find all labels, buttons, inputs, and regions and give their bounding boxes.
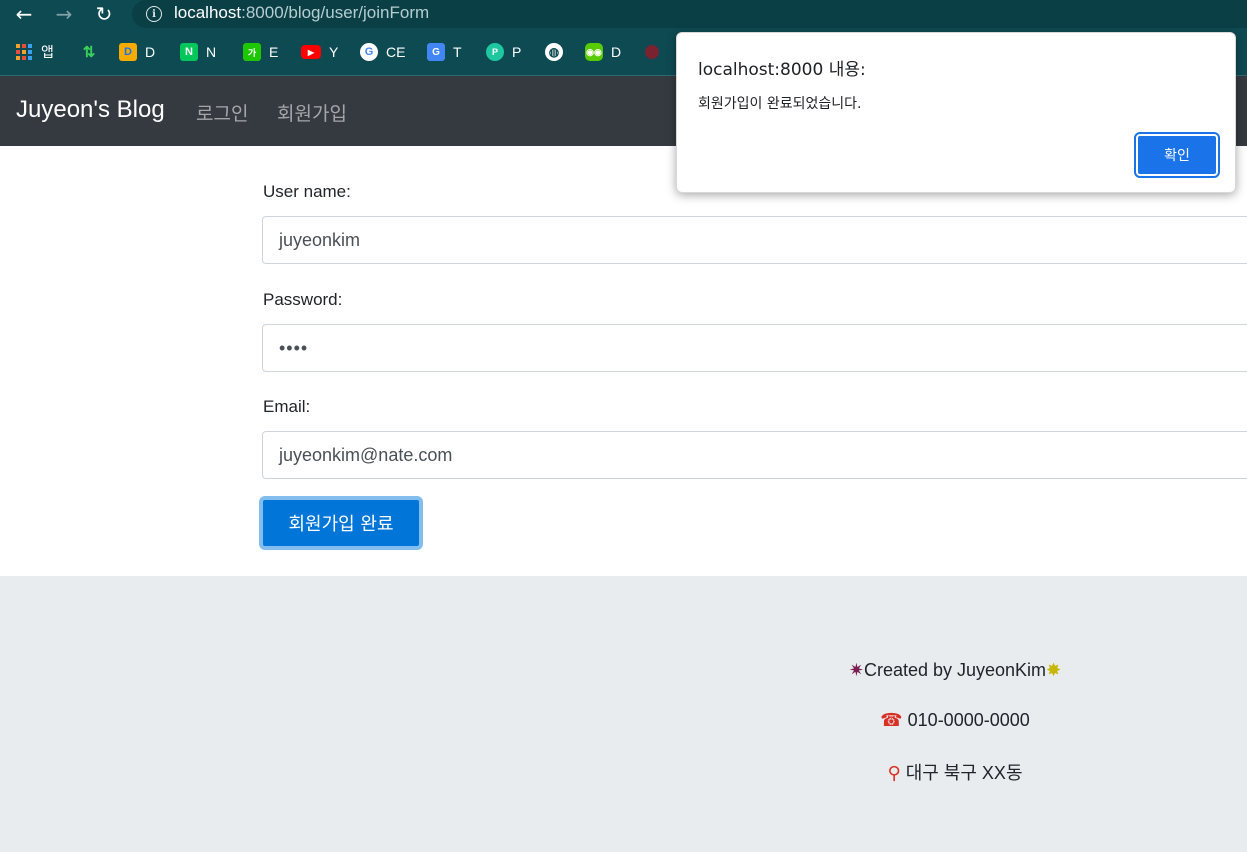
bookmark-label: T — [453, 44, 462, 60]
navbar-brand[interactable]: Juyeon's Blog — [16, 96, 165, 124]
duolingo-icon: ◉◉ — [585, 43, 603, 61]
bookmark-globe[interactable]: ◍ — [545, 42, 571, 62]
footer-phone: ☎ 010-0000-0000 — [0, 710, 1247, 731]
url-path: :8000/blog/user/joinForm — [241, 3, 430, 22]
bookmark-label: P — [512, 44, 522, 60]
email-label: Email: — [263, 397, 311, 416]
globe-icon: ◍ — [545, 43, 563, 61]
bookmark-label: Y — [329, 44, 339, 60]
footer-phone-text: 010-0000-0000 — [907, 710, 1030, 730]
bookmark-label: E — [269, 44, 279, 60]
d-logo-icon: D — [119, 43, 137, 61]
dialog-message: 회원가입이 완료되었습니다. — [698, 96, 862, 112]
email-input[interactable]: juyeonkim@nate.com — [262, 431, 1247, 479]
password-label: Password: — [263, 290, 343, 309]
bookmark-naver[interactable]: N N — [180, 42, 216, 62]
forward-arrow-icon[interactable]: → — [50, 0, 78, 28]
bookmark-translate[interactable]: G T — [427, 42, 462, 62]
bookmark-apps[interactable]: 앱 — [15, 42, 54, 62]
pin-icon: ⚲ — [887, 763, 901, 784]
join-submit-button[interactable]: 회원가입 완료 — [259, 496, 423, 550]
footer-address-text: 대구 북구 XX동 — [905, 763, 1023, 783]
dialog-title: localhost:8000 내용: — [698, 60, 866, 80]
phone-icon: ☎ — [880, 710, 903, 731]
username-input[interactable]: juyeonkim — [262, 216, 1247, 264]
bookmark-label: D — [611, 44, 622, 60]
bookmark-d[interactable]: D D — [119, 42, 155, 62]
dialog-ok-button[interactable]: 확인 — [1134, 132, 1220, 178]
bookmark-duolingo[interactable]: ◉◉ D — [585, 42, 621, 62]
papago-icon: P — [486, 43, 504, 61]
browser-toolbar: ← → ↻ i localhost:8000/blog/user/joinFor… — [0, 0, 1247, 28]
bookmark-label: CE — [386, 44, 406, 60]
virus-icon: ✷ — [848, 660, 864, 681]
bookmark-google[interactable]: G CE — [360, 42, 405, 62]
footer-address: ⚲ 대구 북구 XX동 — [0, 759, 1247, 785]
bookmark-youtube[interactable]: ▶ Y — [301, 42, 338, 62]
info-icon[interactable]: i — [146, 6, 162, 22]
footer-created-text: Created by JuyeonKim — [863, 660, 1047, 680]
youtube-icon: ▶ — [301, 45, 321, 59]
address-bar[interactable]: i localhost:8000/blog/user/joinForm — [132, 0, 1247, 28]
ga-icon: 가 — [243, 43, 261, 61]
arrows-icon: ⇅ — [82, 44, 96, 61]
alert-dialog: localhost:8000 내용: 회원가입이 완료되었습니다. 확인 — [676, 32, 1236, 193]
url-text[interactable]: localhost:8000/blog/user/joinForm — [174, 3, 429, 23]
bookmark-partial[interactable] — [645, 42, 667, 62]
bookmark-label: 앱 — [41, 44, 54, 60]
nav-link-join[interactable]: 회원가입 — [277, 99, 347, 126]
google-translate-icon: G — [427, 43, 445, 61]
username-label: User name: — [263, 182, 351, 201]
bookmark-label: D — [145, 44, 156, 60]
reload-icon[interactable]: ↻ — [90, 0, 118, 28]
url-host: localhost — [174, 3, 242, 22]
nav-link-login[interactable]: 로그인 — [196, 99, 248, 126]
explosion-icon: ✸ — [1046, 660, 1062, 681]
password-input[interactable]: •••• — [262, 324, 1247, 372]
bookmark-e[interactable]: 가 E — [243, 42, 278, 62]
bookmark-arrows[interactable]: ⇅ — [80, 42, 106, 62]
footer: ✷Created by JuyeonKim✸ ☎ 010-0000-0000 ⚲… — [0, 576, 1247, 852]
flower-icon — [645, 45, 659, 59]
bookmark-papago[interactable]: P P — [486, 42, 521, 62]
footer-created: ✷Created by JuyeonKim✸ — [0, 660, 1247, 681]
apps-grid-icon — [15, 43, 33, 61]
google-icon: G — [360, 43, 378, 61]
bookmark-label: N — [206, 44, 217, 60]
naver-icon: N — [180, 43, 198, 61]
back-arrow-icon[interactable]: ← — [10, 0, 38, 28]
